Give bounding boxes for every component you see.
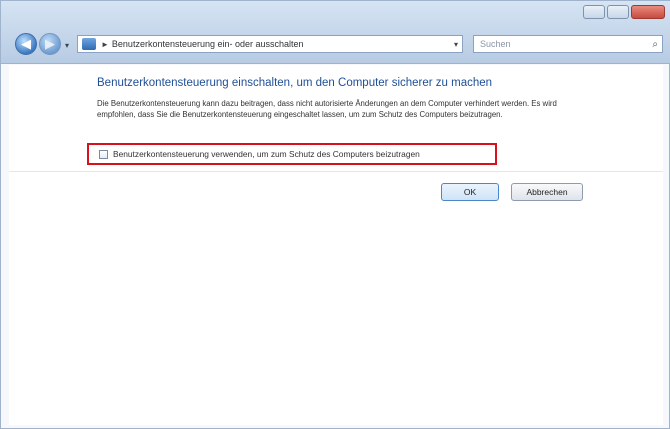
back-button[interactable]: ◀: [15, 33, 37, 55]
control-panel-window: ◀ ▶ ▾ ► Benutzerkontensteuerung ein- ode…: [0, 0, 670, 429]
control-panel-icon: [82, 38, 96, 50]
search-input[interactable]: Suchen ⌕: [473, 35, 663, 53]
address-dropdown-icon[interactable]: ▾: [450, 40, 462, 49]
forward-button[interactable]: ▶: [39, 33, 61, 55]
maximize-button[interactable]: [607, 5, 629, 19]
uac-checkbox[interactable]: [99, 149, 108, 159]
description-text: Die Benutzerkontensteuerung kann dazu be…: [97, 99, 557, 119]
cancel-button[interactable]: Abbrechen: [511, 183, 583, 201]
ok-button[interactable]: OK: [441, 183, 499, 201]
minimize-button[interactable]: [583, 5, 605, 19]
address-bar[interactable]: ► Benutzerkontensteuerung ein- oder auss…: [77, 35, 463, 53]
content-pane: Benutzerkontensteuerung einschalten, um …: [9, 65, 663, 425]
search-placeholder: Suchen: [480, 39, 511, 49]
breadcrumb-current[interactable]: Benutzerkontensteuerung ein- oder aussch…: [112, 39, 304, 49]
divider: [9, 171, 663, 172]
page-title: Benutzerkontensteuerung einschalten, um …: [97, 77, 493, 89]
search-icon[interactable]: ⌕: [652, 39, 658, 50]
history-dropdown-icon[interactable]: ▾: [65, 41, 69, 50]
breadcrumb-separator-icon: ►: [101, 39, 109, 49]
back-arrow-icon: ◀: [21, 36, 31, 51]
title-bar: ◀ ▶ ▾ ► Benutzerkontensteuerung ein- ode…: [1, 1, 670, 64]
description: Die Benutzerkontensteuerung kann dazu be…: [97, 99, 567, 120]
window-controls: [583, 5, 665, 19]
close-button[interactable]: [631, 5, 665, 19]
forward-arrow-icon: ▶: [45, 36, 55, 51]
uac-checkbox-label[interactable]: Benutzerkontensteuerung verwenden, um zu…: [113, 149, 420, 159]
uac-option-highlight: Benutzerkontensteuerung verwenden, um zu…: [87, 143, 497, 165]
